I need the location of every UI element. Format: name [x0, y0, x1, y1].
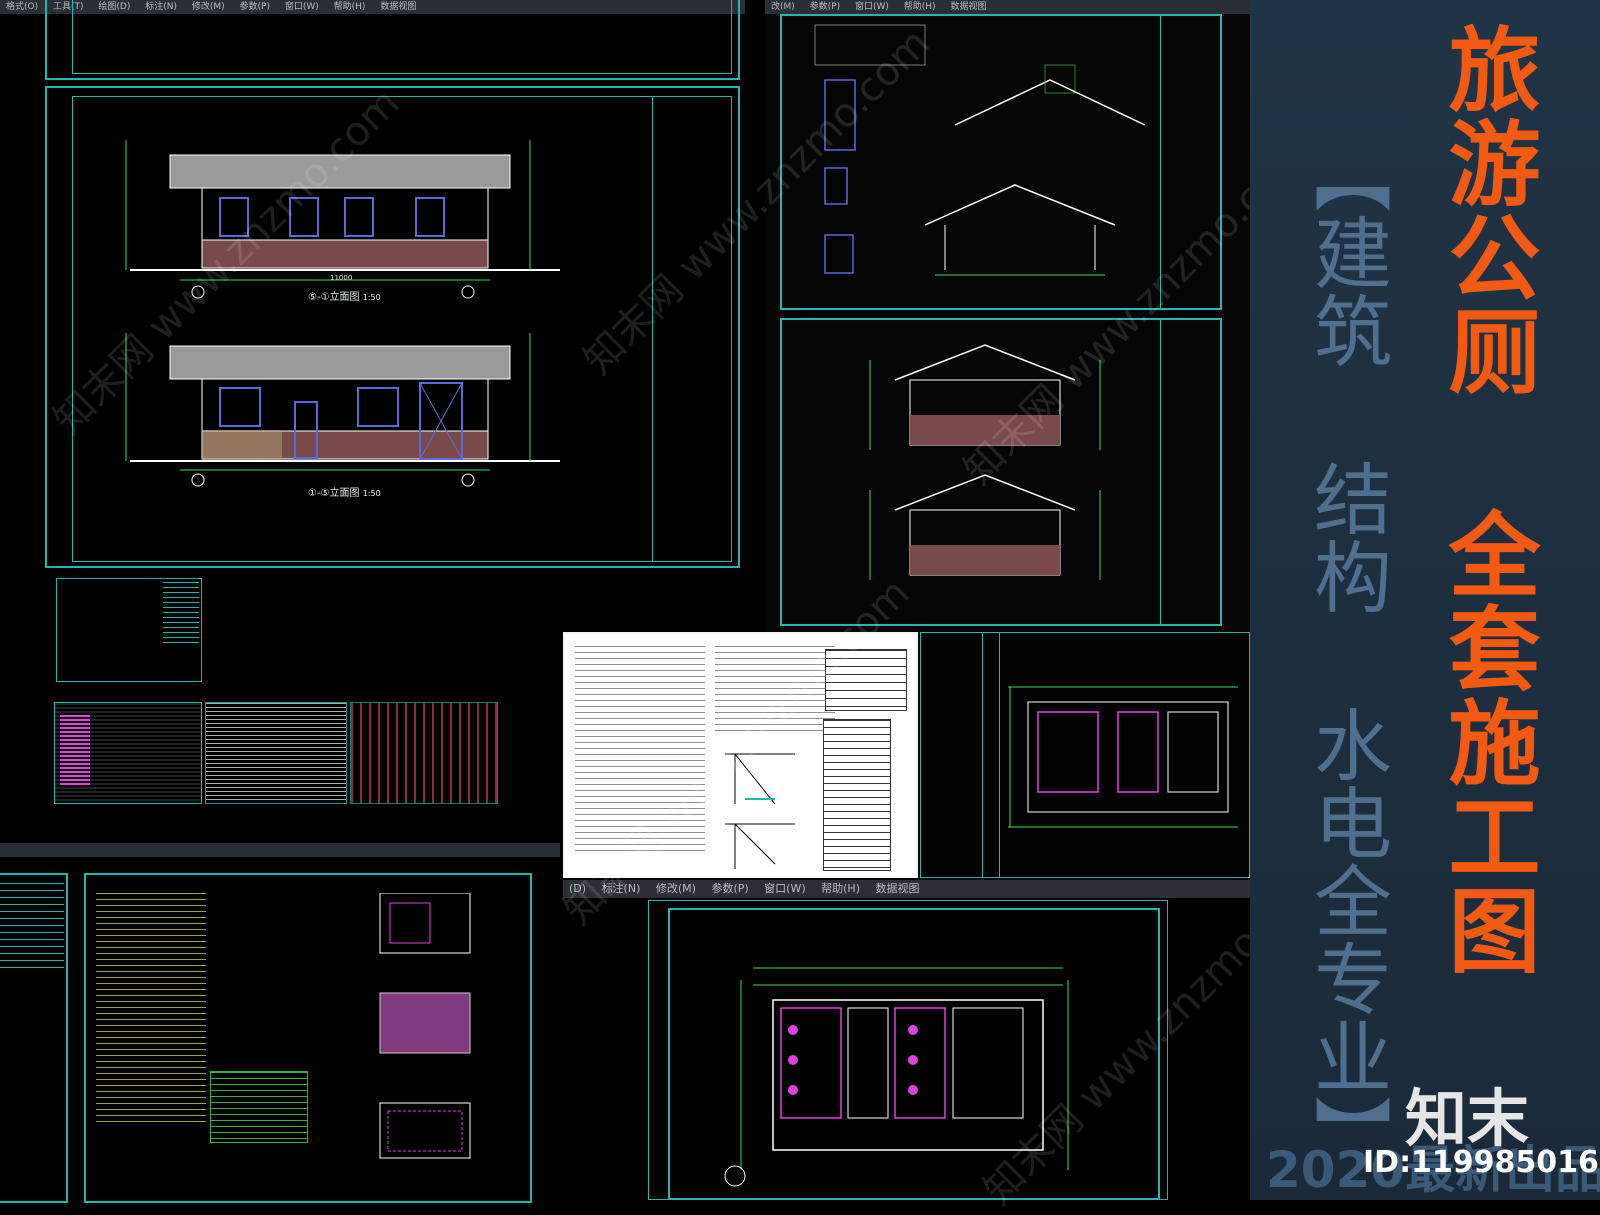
electrical-plans	[379, 893, 471, 1159]
cad-window-bottom-left	[0, 843, 560, 1203]
menu-item[interactable]: 帮助(H)	[904, 2, 936, 12]
elevation-1-dim: 11000	[330, 274, 353, 282]
menubar-top-right: 改(M) 参数(P) 窗口(W) 帮助(H) 数据视图	[765, 0, 1250, 14]
menu-item[interactable]: 格式(O)	[6, 2, 38, 12]
menu-item[interactable]: 参数(P)	[810, 2, 840, 12]
elevation-1-label: ⑤-①立面图 1:50	[308, 288, 381, 303]
promo-title-main: 旅游公厕 全套施工图	[1433, 22, 1540, 977]
menu-item[interactable]: 窗口(W)	[855, 2, 889, 12]
menu-item[interactable]: 数据视图	[950, 2, 986, 12]
thumbnail-sheet-3	[350, 702, 498, 804]
electrical-table	[0, 883, 64, 973]
thumbnail-sheet-2	[205, 702, 347, 804]
elevation-1-name: ⑤-①立面图	[308, 292, 360, 303]
elevation-2-name: ①-⑤立面图	[308, 488, 360, 499]
menubar-bottom-left	[0, 843, 560, 857]
promo-title-sub: 【建筑 结构 水电全专业】	[1301, 135, 1391, 1173]
menu-item[interactable]: 数据视图	[876, 882, 920, 895]
electrical-notes	[96, 893, 206, 1123]
cad-window-plan	[918, 632, 1250, 878]
floor-plan-drawing-1	[1008, 686, 1238, 828]
sheet-frame-top-inner	[72, 0, 732, 74]
elevation-2-scale: 1:50	[362, 489, 381, 498]
menu-item[interactable]: 参数(P)	[711, 882, 748, 895]
electrical-legend-table	[210, 1071, 308, 1143]
menu-item[interactable]: 修改(M)	[656, 882, 696, 895]
menubar-bottom-mid: (D) 标注(N) 修改(M) 参数(P) 窗口(W) 帮助(H) 数据视图	[563, 880, 1250, 898]
menu-item[interactable]: 帮助(H)	[821, 882, 860, 895]
asset-id-label: ID:1199850164	[1363, 1145, 1600, 1180]
menu-item[interactable]: 窗口(W)	[764, 882, 805, 895]
elevation-2-label: ①-⑤立面图 1:50	[308, 484, 381, 499]
elevation-1-scale: 1:50	[362, 293, 381, 302]
thumbnail-1-highlight	[60, 715, 90, 785]
sheet-divider-2	[1160, 318, 1161, 626]
title-block-table	[163, 582, 199, 644]
menu-item[interactable]: 改(M)	[771, 2, 795, 12]
notes-table-2	[823, 719, 891, 871]
